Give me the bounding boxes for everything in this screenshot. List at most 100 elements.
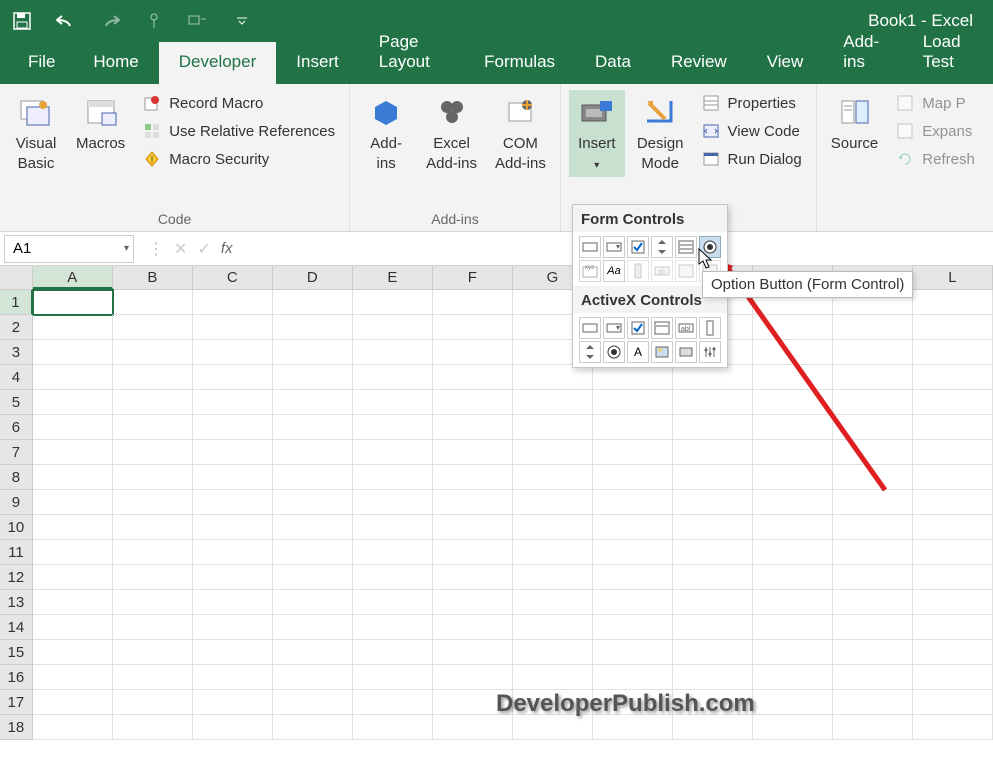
cell[interactable] (913, 565, 993, 590)
row-header[interactable]: 7 (0, 440, 33, 465)
properties-button[interactable]: Properties (696, 92, 808, 114)
cell[interactable] (513, 540, 593, 565)
cell[interactable] (353, 365, 433, 390)
run-dialog-button[interactable]: Run Dialog (696, 148, 808, 170)
cell[interactable] (113, 540, 193, 565)
cell[interactable] (33, 640, 113, 665)
row-header[interactable]: 8 (0, 465, 33, 490)
cell[interactable] (273, 590, 353, 615)
cell[interactable] (673, 490, 753, 515)
cell[interactable] (593, 490, 673, 515)
record-macro-button[interactable]: Record Macro (137, 92, 341, 114)
cell[interactable] (593, 515, 673, 540)
visual-basic-button[interactable]: Visual Basic (8, 90, 64, 177)
row-header[interactable]: 1 (0, 290, 33, 315)
activex-combobox-icon[interactable] (603, 317, 625, 339)
cell[interactable] (753, 415, 833, 440)
form-button-icon[interactable] (579, 236, 601, 258)
cell[interactable] (913, 290, 993, 315)
cell[interactable] (593, 415, 673, 440)
cell[interactable] (433, 665, 513, 690)
view-code-button[interactable]: View Code (696, 120, 808, 142)
row-header[interactable]: 10 (0, 515, 33, 540)
cell[interactable] (593, 715, 673, 740)
cell[interactable] (273, 665, 353, 690)
cell[interactable] (753, 315, 833, 340)
col-header-E[interactable]: E (353, 266, 433, 289)
cell[interactable] (193, 315, 273, 340)
cell[interactable] (913, 615, 993, 640)
cell[interactable] (433, 290, 513, 315)
fx-label[interactable]: fx (221, 240, 233, 257)
cell[interactable] (113, 590, 193, 615)
cell[interactable] (353, 465, 433, 490)
cell[interactable] (593, 590, 673, 615)
cell[interactable] (593, 665, 673, 690)
col-header-C[interactable]: C (193, 266, 273, 289)
cell[interactable] (273, 490, 353, 515)
cell[interactable] (673, 715, 753, 740)
cell[interactable] (593, 465, 673, 490)
row-header[interactable]: 15 (0, 640, 33, 665)
tab-developer[interactable]: Developer (159, 42, 277, 84)
cell[interactable] (913, 590, 993, 615)
cell[interactable] (753, 640, 833, 665)
cell[interactable] (433, 715, 513, 740)
cell[interactable] (753, 490, 833, 515)
cell[interactable] (513, 415, 593, 440)
cell[interactable] (913, 390, 993, 415)
col-header-L[interactable]: L (913, 266, 993, 289)
activex-commandbutton-icon[interactable] (579, 317, 601, 339)
tab-load-test[interactable]: Load Test (903, 22, 993, 84)
cell[interactable] (673, 390, 753, 415)
activex-image-icon[interactable] (651, 341, 673, 363)
row-header[interactable]: 5 (0, 390, 33, 415)
cell[interactable] (433, 390, 513, 415)
addins-button[interactable]: Add- ins (358, 90, 414, 177)
cell[interactable] (673, 565, 753, 590)
cell[interactable] (513, 515, 593, 540)
cell[interactable] (833, 415, 913, 440)
cell[interactable] (833, 515, 913, 540)
cell[interactable] (193, 340, 273, 365)
cell[interactable] (673, 415, 753, 440)
cell[interactable] (113, 440, 193, 465)
cell[interactable] (833, 615, 913, 640)
cell[interactable] (193, 590, 273, 615)
row-header[interactable]: 6 (0, 415, 33, 440)
cell[interactable] (353, 590, 433, 615)
cell[interactable] (433, 340, 513, 365)
cell[interactable] (113, 290, 193, 315)
tab-home[interactable]: Home (73, 42, 158, 84)
cell[interactable] (433, 415, 513, 440)
refresh-data-button[interactable]: Refresh (890, 148, 981, 170)
cell[interactable] (193, 715, 273, 740)
macro-security-button[interactable]: ! Macro Security (137, 148, 341, 170)
cell[interactable] (33, 590, 113, 615)
cell[interactable] (193, 515, 273, 540)
cell[interactable] (753, 515, 833, 540)
form-scrollbar-icon[interactable] (627, 260, 649, 282)
tab-data[interactable]: Data (575, 42, 651, 84)
cell[interactable] (113, 565, 193, 590)
cell[interactable] (353, 540, 433, 565)
cell[interactable] (913, 690, 993, 715)
cell[interactable] (33, 540, 113, 565)
undo-icon[interactable] (54, 9, 78, 33)
cell[interactable] (433, 490, 513, 515)
qat-item-icon[interactable] (186, 9, 210, 33)
cell[interactable] (913, 365, 993, 390)
save-icon[interactable] (10, 9, 34, 33)
cell[interactable] (513, 465, 593, 490)
cell[interactable] (513, 440, 593, 465)
tab-file[interactable]: File (18, 42, 73, 84)
cell[interactable] (33, 390, 113, 415)
cell[interactable] (113, 415, 193, 440)
cell[interactable] (753, 365, 833, 390)
cell[interactable] (113, 340, 193, 365)
redo-icon[interactable] (98, 9, 122, 33)
cell[interactable] (593, 640, 673, 665)
com-addins-button[interactable]: COM Add-ins (489, 90, 552, 177)
cell[interactable] (673, 640, 753, 665)
cell[interactable] (113, 365, 193, 390)
